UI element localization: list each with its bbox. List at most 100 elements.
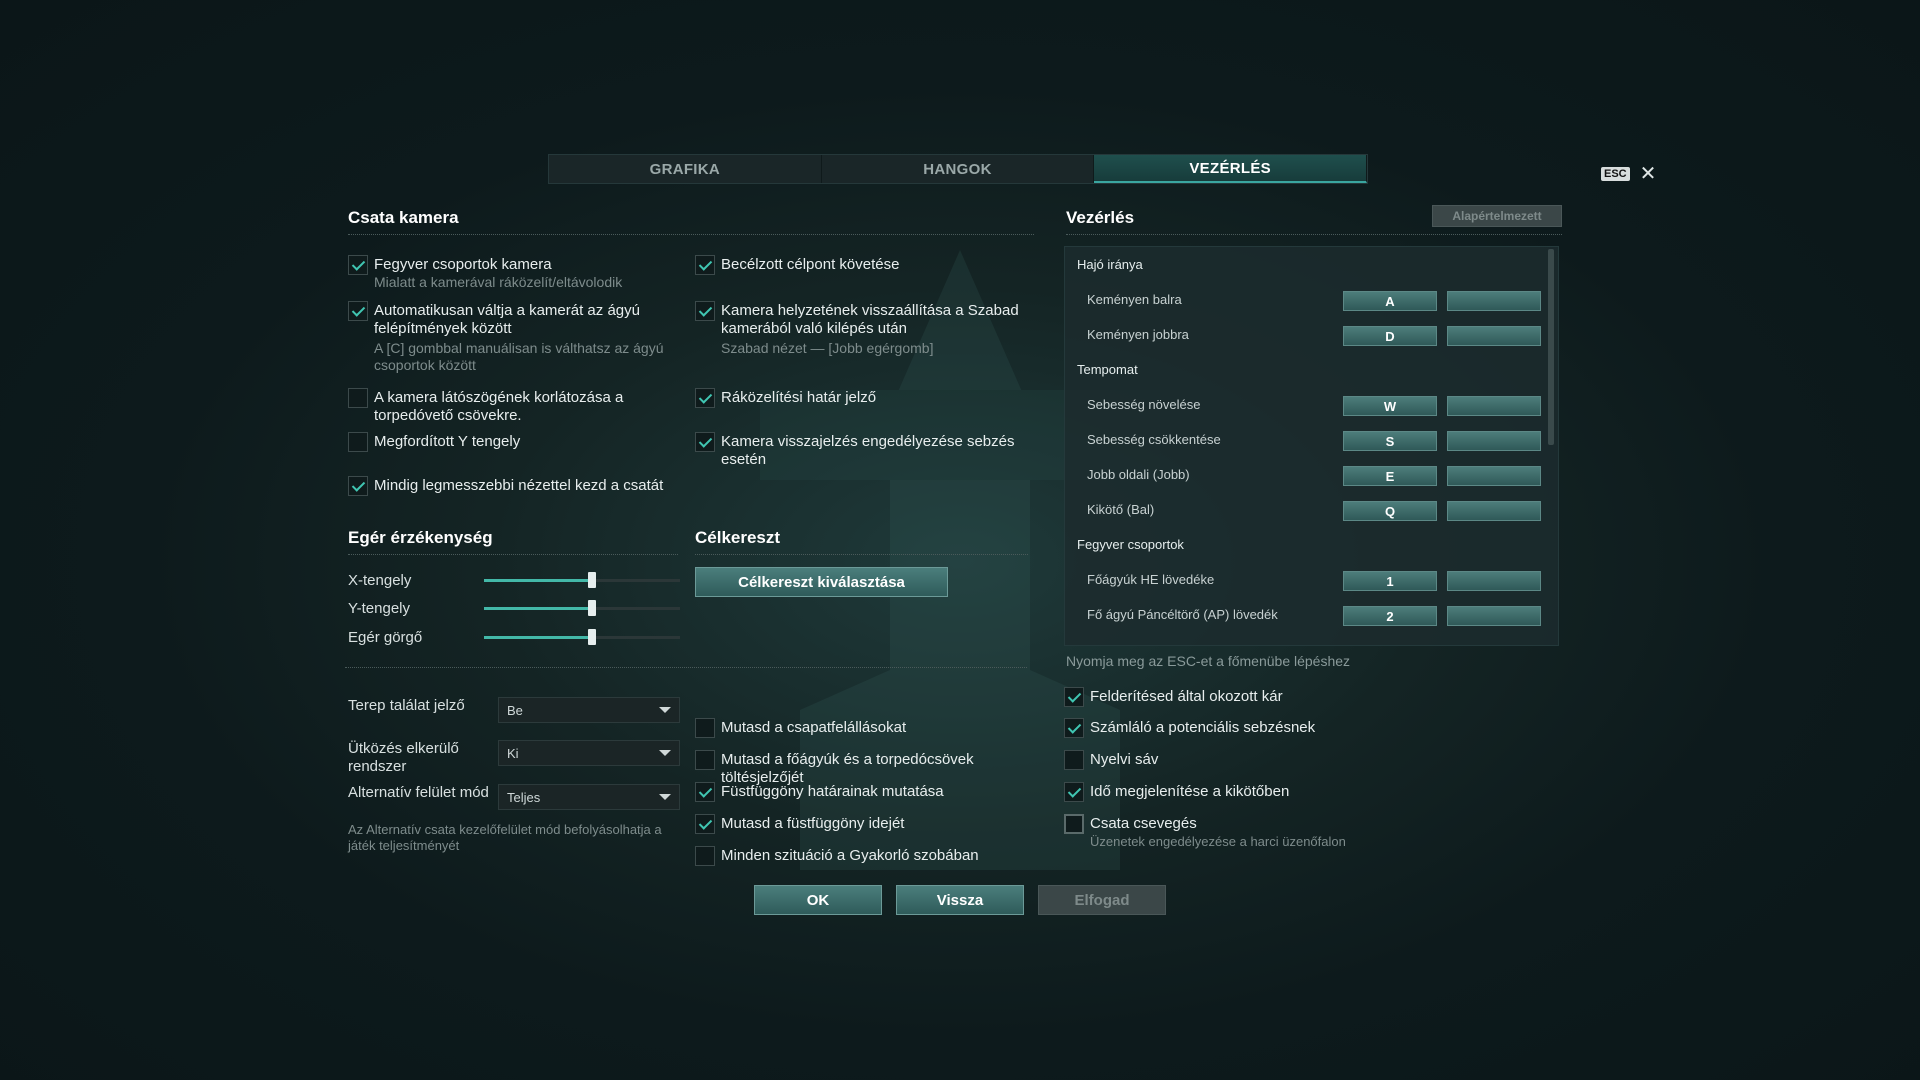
option-label: Becélzott célpont követése xyxy=(721,256,900,273)
binding-key-primary[interactable]: Q xyxy=(1343,501,1437,521)
slider-y-axis[interactable]: Y-tengely xyxy=(348,597,682,619)
checkbox[interactable] xyxy=(695,301,715,321)
section-title-camera: Csata kamera xyxy=(348,208,1034,235)
option-zoom-limit-indicator[interactable]: Ráközelítési határ jelző xyxy=(695,388,1035,408)
checkbox[interactable] xyxy=(695,718,715,738)
binding-label: Fő ágyú Páncéltörő (AP) lövedék xyxy=(1087,607,1278,622)
binding-key-secondary[interactable] xyxy=(1447,466,1541,486)
checkbox[interactable] xyxy=(695,255,715,275)
checkbox[interactable] xyxy=(348,432,368,452)
binding-key-secondary[interactable] xyxy=(1447,431,1541,451)
option-language-bar[interactable]: Nyelvi sáv xyxy=(1064,750,1444,770)
slider-label: Y-tengely xyxy=(348,599,410,617)
checkbox[interactable] xyxy=(695,750,715,770)
binding-key-secondary[interactable] xyxy=(1447,396,1541,416)
binding-row: Fő ágyú Páncéltörő (AP) lövedék 2 xyxy=(1065,597,1558,632)
binding-key-primary[interactable]: E xyxy=(1343,466,1437,486)
checkbox[interactable] xyxy=(348,255,368,275)
checkbox[interactable] xyxy=(695,846,715,866)
option-label: Mutasd a csapatfelállásokat xyxy=(721,719,907,736)
slider-thumb[interactable] xyxy=(587,571,596,588)
binding-group-title: Hajó iránya xyxy=(1077,257,1143,272)
slider-x-axis[interactable]: X-tengely xyxy=(348,569,682,591)
apply-button[interactable]: Elfogad xyxy=(1038,885,1166,915)
checkbox[interactable] xyxy=(695,814,715,834)
checkbox[interactable] xyxy=(348,301,368,321)
option-invert-y[interactable]: Megfordított Y tengely xyxy=(348,432,678,452)
section-title-crosshair: Célkereszt xyxy=(695,528,1028,555)
binding-key-primary[interactable]: 1 xyxy=(1343,571,1437,591)
binding-key-primary[interactable]: 2 xyxy=(1343,606,1437,626)
binding-key-secondary[interactable] xyxy=(1447,606,1541,626)
option-label: Idő megjelenítése a kikötőben xyxy=(1090,783,1290,800)
checkbox[interactable] xyxy=(695,432,715,452)
checkbox[interactable] xyxy=(348,476,368,496)
select-crosshair-button[interactable]: Célkereszt kiválasztása xyxy=(695,567,948,597)
binding-key-primary[interactable]: A xyxy=(1343,291,1437,311)
slider-track[interactable] xyxy=(484,628,680,645)
slider-thumb[interactable] xyxy=(587,599,596,616)
checkbox[interactable] xyxy=(695,782,715,802)
checkbox[interactable] xyxy=(1064,814,1084,834)
checkbox[interactable] xyxy=(1064,687,1084,707)
slider-mouse-wheel[interactable]: Egér görgő xyxy=(348,626,682,648)
binding-key-primary[interactable]: S xyxy=(1343,431,1437,451)
option-follow-target[interactable]: Becélzott célpont követése xyxy=(695,255,1035,275)
option-label: Csata csevegés xyxy=(1090,815,1197,832)
tab-hangok[interactable]: HANGOK xyxy=(822,155,1095,183)
option-port-time[interactable]: Idő megjelenítése a kikötőben xyxy=(1064,782,1444,802)
option-show-team-lineup[interactable]: Mutasd a csapatfelállásokat xyxy=(695,718,1040,738)
checkbox[interactable] xyxy=(695,388,715,408)
slider-track[interactable] xyxy=(484,599,680,616)
checkbox[interactable] xyxy=(1064,782,1084,802)
default-settings-button[interactable]: Alapértelmezett xyxy=(1432,205,1562,227)
binding-label: Sebesség növelése xyxy=(1087,397,1201,412)
checkbox[interactable] xyxy=(1064,750,1084,770)
option-training-room-all[interactable]: Minden szituáció a Gyakorló szobában xyxy=(695,846,1040,866)
terrain-hit-select[interactable]: Be xyxy=(498,697,680,723)
binding-label: Kikötő (Bal) xyxy=(1087,502,1155,517)
tab-grafika[interactable]: GRAFIKA xyxy=(549,155,822,183)
option-auto-switch-camera[interactable]: Automatikusan váltja a kamerát az ágyú f… xyxy=(348,301,678,374)
option-reset-free-camera[interactable]: Kamera helyzetének visszaállítása a Szab… xyxy=(695,301,1035,357)
option-limit-fov-torpedo[interactable]: A kamera látószögének korlátozása a torp… xyxy=(348,388,688,425)
option-smoke-boundaries[interactable]: Füstfüggöny határainak mutatása xyxy=(695,782,1040,802)
option-battle-chat[interactable]: Csata csevegés Üzenetek engedélyezése a h… xyxy=(1064,814,1444,850)
tab-vezerles[interactable]: VEZÉRLÉS xyxy=(1094,155,1368,183)
option-camera-feedback-damage[interactable]: Kamera visszajelzés engedélyezése sebzés… xyxy=(695,432,1040,469)
select-value: Teljes xyxy=(507,789,541,805)
option-potential-damage-counter[interactable]: Számláló a potenciális sebzésnek xyxy=(1064,718,1444,738)
checkbox[interactable] xyxy=(1064,718,1084,738)
back-button[interactable]: Vissza xyxy=(896,885,1024,915)
binding-key-secondary[interactable] xyxy=(1447,501,1541,521)
binding-key-secondary[interactable] xyxy=(1447,291,1541,311)
option-label: Nyelvi sáv xyxy=(1090,751,1159,768)
binding-key-primary[interactable]: D xyxy=(1343,326,1437,346)
collision-avoidance-select[interactable]: Ki xyxy=(498,740,680,766)
slider-thumb[interactable] xyxy=(587,628,596,645)
option-weapon-group-camera[interactable]: Fegyver csoportok kamera Mialatt a kamerá… xyxy=(348,255,678,291)
binding-key-secondary[interactable] xyxy=(1447,326,1541,346)
slider-track[interactable] xyxy=(484,571,680,588)
option-label: Felderítésed által okozott kár xyxy=(1090,688,1283,705)
dropdown-alt-interface[interactable]: Alternatív felület mód Teljes xyxy=(348,784,680,810)
close-icon[interactable]: ✕ xyxy=(1640,164,1657,184)
option-smoke-duration[interactable]: Mutasd a füstfüggöny idejét xyxy=(695,814,1040,834)
binding-label: Jobb oldali (Jobb) xyxy=(1087,467,1190,482)
bindings-scrollbar[interactable] xyxy=(1548,249,1554,445)
binding-key-primary[interactable]: W xyxy=(1343,396,1437,416)
option-start-far-view[interactable]: Mindig legmesszebbi nézettel kezd a csat… xyxy=(348,476,678,496)
close-control[interactable]: ESC ✕ xyxy=(1601,164,1657,184)
option-spotting-damage[interactable]: Felderítésed által okozott kár xyxy=(1064,687,1444,707)
alt-interface-note: Az Alternatív csata kezelőfelület mód be… xyxy=(348,822,662,853)
ok-button[interactable]: OK xyxy=(754,885,882,915)
alt-interface-select[interactable]: Teljes xyxy=(498,784,680,810)
esc-hint: Nyomja meg az ESC-et a főmenübe lépéshez xyxy=(1066,653,1351,669)
binding-label: Főágyúk HE lövedéke xyxy=(1087,572,1215,587)
option-label: Mutasd a füstfüggöny idejét xyxy=(721,815,905,832)
binding-key-secondary[interactable] xyxy=(1447,571,1541,591)
binding-row: Sebesség csökkentése S xyxy=(1065,422,1558,457)
checkbox[interactable] xyxy=(348,388,368,408)
dropdown-terrain-hit[interactable]: Terep találat jelző Be xyxy=(348,697,680,723)
dropdown-collision-avoidance[interactable]: Ütközés elkerülő rendszer Ki xyxy=(348,740,680,776)
